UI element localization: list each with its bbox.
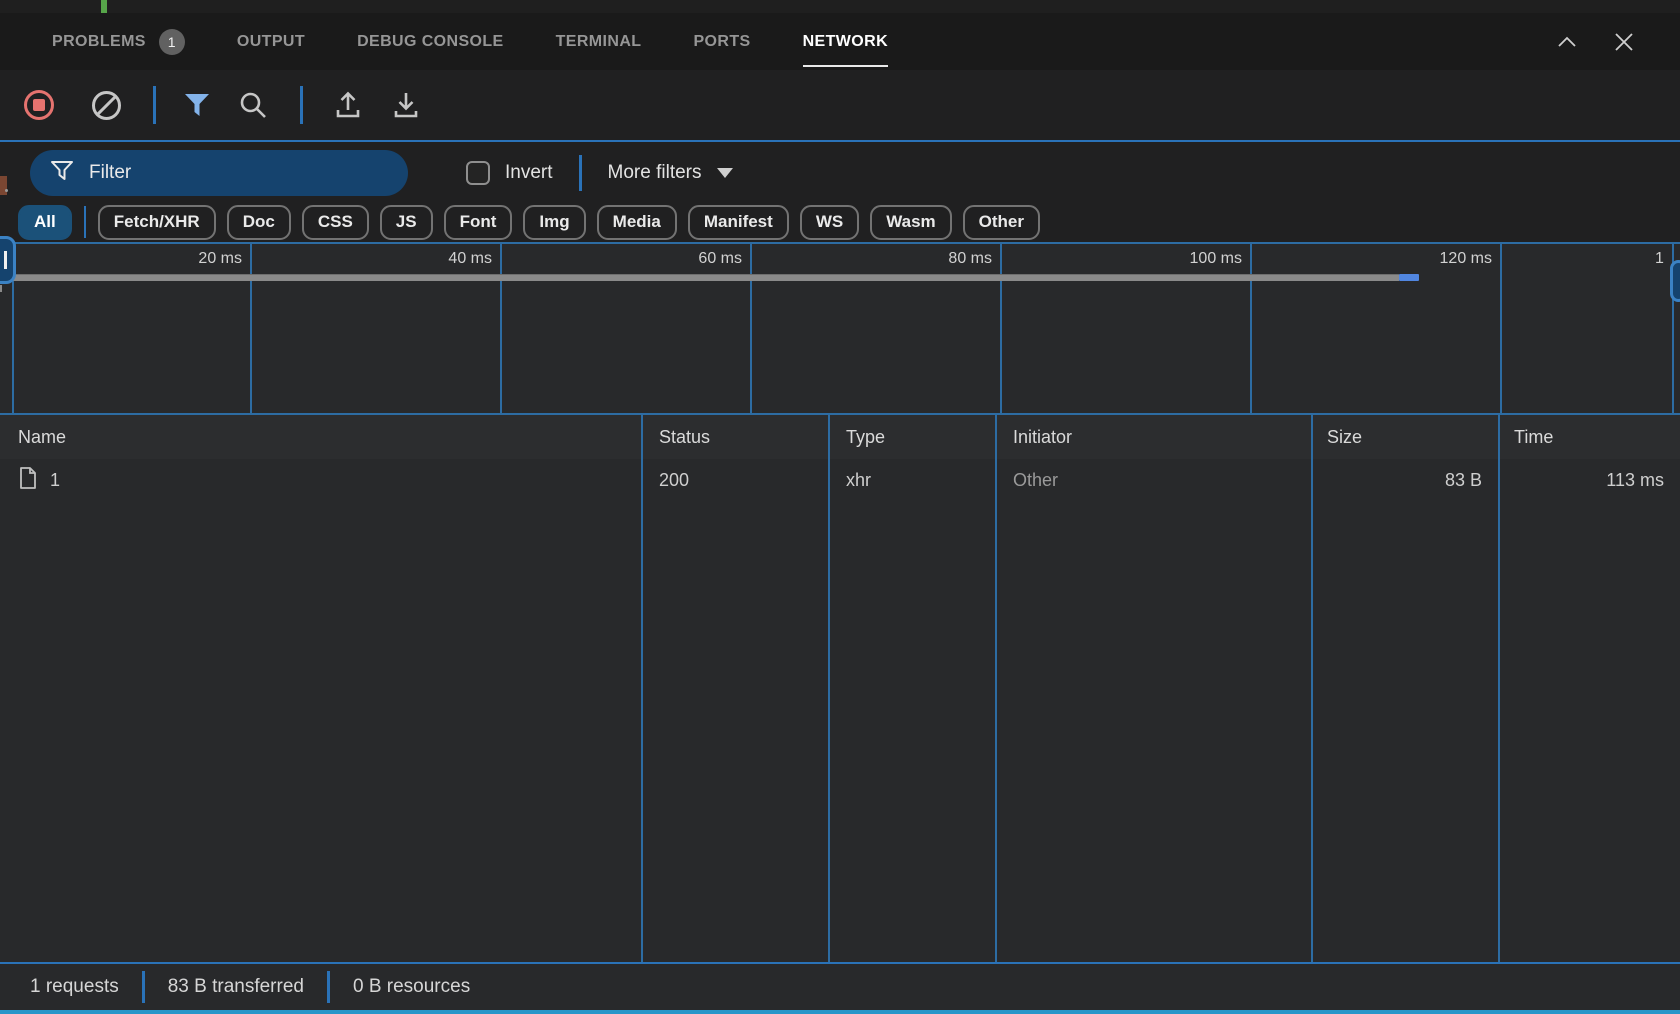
column-resize-handle[interactable] [828, 415, 830, 962]
chip-js[interactable]: JS [380, 205, 433, 240]
chip-css[interactable]: CSS [302, 205, 369, 240]
filter-row: Filter Invert More filters [0, 142, 1680, 204]
statusbar-separator [327, 971, 330, 1003]
tab-output[interactable]: OUTPUT [237, 13, 305, 70]
panel-tab-bar: PROBLEMS 1 OUTPUT DEBUG CONSOLE TERMINAL… [0, 13, 1680, 70]
resources-size: 0 B resources [353, 976, 470, 998]
clear-button[interactable] [92, 91, 121, 120]
request-size-cell: 83 B [1311, 470, 1498, 491]
request-status-cell: 200 [641, 470, 828, 491]
transferred-size: 83 B transferred [168, 976, 304, 998]
toolbar-separator [300, 86, 303, 124]
chip-other[interactable]: Other [963, 205, 1040, 240]
chip-fetch-xhr[interactable]: Fetch/XHR [98, 205, 216, 240]
request-initiator-cell: Other [995, 470, 1311, 491]
chip-manifest[interactable]: Manifest [688, 205, 789, 240]
search-icon[interactable] [238, 90, 268, 120]
column-header-time[interactable]: Time [1498, 427, 1680, 448]
close-icon[interactable] [1612, 30, 1636, 54]
request-name-cell: 1 [0, 466, 641, 495]
chip-font[interactable]: Font [444, 205, 513, 240]
document-icon [18, 466, 38, 495]
column-resize-handle[interactable] [1311, 415, 1313, 962]
modified-line-indicator [101, 0, 107, 13]
overview-gridline [1250, 244, 1252, 413]
chip-all[interactable]: All [18, 205, 72, 240]
tab-terminal[interactable]: TERMINAL [556, 13, 642, 70]
left-edge-fragment [0, 236, 16, 284]
chip-doc[interactable]: Doc [227, 205, 291, 240]
overview-gridline [500, 244, 502, 413]
invert-option: Invert [466, 161, 553, 185]
invert-label[interactable]: Invert [505, 162, 553, 184]
more-filters-button[interactable]: More filters [608, 162, 733, 184]
tab-network[interactable]: NETWORK [803, 13, 888, 70]
chip-ws[interactable]: WS [800, 205, 859, 240]
filter-input[interactable]: Filter [30, 150, 408, 196]
import-har-icon[interactable] [333, 90, 363, 120]
request-row[interactable]: 1 200 xhr Other 83 B 113 ms [0, 459, 1680, 501]
filter-separator [579, 155, 582, 191]
chevron-up-icon[interactable] [1554, 29, 1580, 55]
editor-strip: 20 // const yourMMKVStorage = new MMKV()… [0, 0, 1680, 13]
tab-problems[interactable]: PROBLEMS 1 [52, 13, 185, 70]
network-overview[interactable]: 20 ms 40 ms 60 ms 80 ms 100 ms 120 ms 1 [0, 242, 1680, 413]
tick-label: 40 ms [372, 250, 492, 268]
column-resize-handle[interactable] [1498, 415, 1500, 962]
panel-bottom-border [0, 1010, 1680, 1014]
column-header-name[interactable]: Name [0, 427, 641, 448]
overview-total-bar [8, 274, 1399, 281]
toolbar-separator [153, 86, 156, 124]
invert-checkbox[interactable] [466, 161, 490, 185]
chip-separator [84, 206, 86, 238]
column-header-initiator[interactable]: Initiator [995, 427, 1311, 448]
export-har-icon[interactable] [391, 90, 421, 120]
requests-table: Name Status Type Initiator Size Time 1 2… [0, 413, 1680, 962]
filter-placeholder: Filter [89, 162, 131, 184]
tick-label: 20 ms [122, 250, 242, 268]
tick-label: 100 ms [1122, 250, 1242, 268]
network-toolbar [0, 70, 1680, 140]
column-header-type[interactable]: Type [828, 427, 995, 448]
funnel-icon [50, 160, 74, 187]
overview-gridline [750, 244, 752, 413]
record-button[interactable] [24, 90, 54, 120]
edge-dot [5, 189, 8, 192]
type-filter-chips: All Fetch/XHR Doc CSS JS Font Img Media … [18, 202, 1040, 242]
right-edge-fragment [1670, 260, 1680, 302]
tab-ports[interactable]: PORTS [693, 13, 750, 70]
overview-gridline [250, 244, 252, 413]
tick-label: 120 ms [1372, 250, 1492, 268]
column-header-size[interactable]: Size [1311, 427, 1498, 448]
overview-gridline [1500, 244, 1502, 413]
edge-dash [0, 285, 2, 292]
panel-controls [1554, 13, 1636, 70]
statusbar-separator [142, 971, 145, 1003]
requests-count: 1 requests [30, 976, 119, 998]
column-resize-handle[interactable] [641, 415, 643, 962]
chip-media[interactable]: Media [597, 205, 677, 240]
problems-count-badge: 1 [159, 29, 185, 55]
network-status-bar: 1 requests 83 B transferred 0 B resource… [0, 962, 1680, 1010]
tick-label: 60 ms [622, 250, 742, 268]
overview-request-bar [1399, 274, 1419, 281]
chip-img[interactable]: Img [523, 205, 585, 240]
overview-gridline [1000, 244, 1002, 413]
chevron-down-icon [717, 168, 733, 178]
overview-ruler-mark [0, 176, 7, 195]
filter-toggle-icon[interactable] [182, 91, 212, 119]
code-line: 20 // const yourMMKVStorage = new MMKV()… [0, 0, 41, 13]
column-resize-handle[interactable] [995, 415, 997, 962]
table-header-row: Name Status Type Initiator Size Time [0, 415, 1680, 459]
request-time-cell: 113 ms [1498, 470, 1680, 491]
tick-label: 80 ms [872, 250, 992, 268]
chip-wasm[interactable]: Wasm [870, 205, 951, 240]
tab-debug-console[interactable]: DEBUG CONSOLE [357, 13, 504, 70]
column-header-status[interactable]: Status [641, 427, 828, 448]
request-type-cell: xhr [828, 470, 995, 491]
